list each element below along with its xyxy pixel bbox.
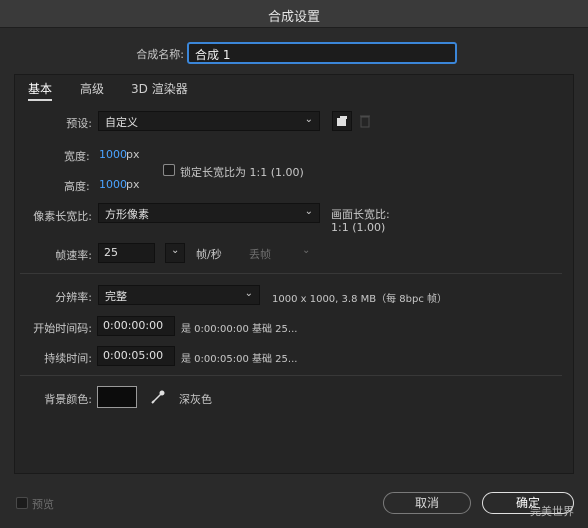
preset-label: 预设: (66, 117, 92, 130)
frame-aspect-label: 画面长宽比: (331, 208, 390, 221)
frame-aspect-value: 1:1 (1.00) (331, 221, 386, 234)
chevron-down-icon: ⌄ (304, 206, 313, 217)
start-timecode-info: 是 0:00:00:00 基础 25... (181, 324, 298, 335)
cancel-button[interactable]: 取消 (383, 492, 471, 514)
frame-rate-input[interactable]: 25 (98, 243, 155, 263)
chevron-down-icon: ⌄ (302, 245, 311, 256)
width-value[interactable]: 1000 (99, 148, 127, 161)
background-color-name: 深灰色 (179, 393, 212, 406)
comp-name-label: 合成名称: (136, 48, 184, 61)
frame-rate-dropdown[interactable]: ⌄ (165, 243, 185, 263)
settings-panel (14, 74, 574, 474)
preview-label: 预览 (32, 498, 54, 511)
drop-frame-select[interactable]: 丢帧 (249, 246, 271, 262)
resolution-label: 分辨率: (55, 291, 92, 304)
lock-aspect-label: 锁定长宽比为 1:1 (1.00) (180, 166, 304, 179)
resolution-info: 1000 x 1000, 3.8 MB（每 8bpc 帧） (272, 294, 448, 305)
start-timecode-input[interactable]: 0:00:00:00 (97, 316, 175, 336)
pixel-aspect-select[interactable]: 方形像素 ⌄ (98, 203, 320, 223)
divider (20, 375, 562, 376)
pixel-aspect-label: 像素长宽比: (33, 210, 92, 223)
eyedropper-button[interactable] (148, 387, 168, 407)
duration-input[interactable]: 0:00:05:00 (97, 346, 175, 366)
background-color-label: 背景颜色: (44, 393, 92, 406)
tab-3d-renderer[interactable]: 3D 渲染器 (131, 80, 188, 97)
save-preset-button[interactable] (332, 111, 352, 131)
resolution-select[interactable]: 完整 ⌄ (98, 285, 260, 305)
eyedropper-icon (151, 390, 165, 404)
duration-label: 持续时间: (44, 352, 92, 365)
start-timecode-label: 开始时间码: (33, 322, 92, 335)
comp-name-input[interactable]: 合成 1 (187, 42, 457, 64)
frame-rate-unit: 帧/秒 (196, 248, 222, 261)
chevron-down-icon: ⌄ (244, 288, 253, 299)
title-bar: 合成设置 (0, 0, 588, 28)
duration-info: 是 0:00:05:00 基础 25... (181, 354, 298, 365)
background-color-swatch[interactable] (97, 386, 137, 408)
tab-basic[interactable]: 基本 (28, 80, 53, 101)
preview-checkbox[interactable] (16, 497, 28, 509)
delete-preset-button[interactable] (356, 111, 374, 131)
window-title: 合成设置 (267, 10, 320, 25)
save-preset-icon (337, 116, 347, 126)
preset-select[interactable]: 自定义 ⌄ (98, 111, 320, 131)
height-unit: px (126, 178, 140, 191)
width-unit: px (126, 148, 140, 161)
height-value[interactable]: 1000 (99, 178, 127, 191)
chevron-down-icon: ⌄ (304, 114, 313, 125)
divider (20, 273, 562, 274)
height-label: 高度: (64, 180, 90, 193)
pixel-aspect-value: 方形像素 (105, 208, 149, 221)
width-label: 宽度: (64, 150, 90, 163)
resolution-value: 完整 (105, 290, 127, 303)
watermark: 完美世界 (530, 505, 574, 518)
trash-icon (360, 115, 370, 128)
lock-aspect-checkbox[interactable] (163, 164, 175, 176)
tab-advanced[interactable]: 高级 (80, 80, 104, 97)
chevron-down-icon: ⌄ (171, 245, 180, 256)
preset-value: 自定义 (105, 116, 138, 129)
frame-rate-label: 帧速率: (55, 249, 92, 262)
